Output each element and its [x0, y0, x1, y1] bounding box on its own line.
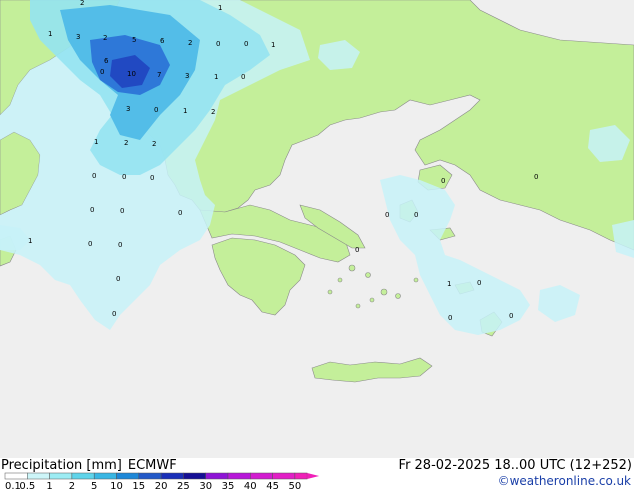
- value-label: 0: [154, 106, 158, 114]
- value-label: 3: [185, 72, 189, 80]
- value-label: 2: [124, 139, 128, 147]
- legend-tick-label: 35: [222, 481, 235, 490]
- valid-time-label: Fr 28-02-2025 18..00 UTC (12+252): [398, 458, 632, 473]
- legend-swatch: [4, 472, 28, 480]
- legend-swatch: [250, 472, 273, 480]
- legend-tick-label: 50: [289, 481, 302, 490]
- legend-arrow: [307, 473, 320, 479]
- map-view: 1 2 1 3 2 5 6 2 0 0 1 6 10 7 3 1 0 3 0 1…: [0, 0, 634, 490]
- legend-swatch: [93, 472, 117, 480]
- value-label: 5: [132, 36, 136, 44]
- value-label: 1: [28, 237, 32, 245]
- legend-tick-label: 15: [132, 481, 145, 490]
- value-label: 1: [94, 138, 98, 146]
- value-label: 0: [216, 40, 220, 48]
- legend-tick-label: 40: [244, 481, 257, 490]
- precipitation-map: 1 2 1 3 2 5 6 2 0 0 1 6 10 7 3 1 0 3 0 1…: [0, 0, 634, 458]
- map-footer: Precipitation [mm] ECMWF Fr 28-02-2025 18…: [0, 458, 634, 490]
- value-label: 0: [241, 73, 245, 81]
- value-label: 0: [118, 241, 122, 249]
- value-label: 0: [88, 240, 92, 248]
- legend-tick-label: 5: [91, 481, 97, 490]
- value-label: 0: [122, 173, 126, 181]
- value-label: 1: [447, 280, 451, 288]
- value-label: 0: [441, 177, 445, 185]
- model-label: ECMWF: [127, 458, 177, 473]
- value-label: 1: [271, 41, 275, 49]
- value-label: 0: [100, 68, 104, 76]
- value-label: 7: [157, 71, 161, 79]
- value-label: 2: [80, 0, 84, 7]
- legend-tick-label: 1: [46, 481, 52, 490]
- variable-label: Precipitation [mm]: [1, 458, 122, 473]
- legend-swatch: [183, 472, 206, 480]
- value-label: 0: [150, 174, 154, 182]
- legend-swatch: [71, 472, 95, 480]
- legend-swatch: [227, 472, 251, 480]
- value-label: 1: [214, 73, 218, 81]
- value-label: 0: [92, 172, 96, 180]
- legend-swatch: [116, 472, 140, 480]
- legend-swatch: [272, 472, 296, 480]
- value-label: 2: [188, 39, 192, 47]
- legend-swatch: [294, 472, 308, 480]
- legend-tick-label: 0.5: [19, 481, 35, 490]
- value-label: 0: [534, 173, 538, 181]
- legend-tick-label: 30: [199, 481, 212, 490]
- value-label: 1: [183, 107, 187, 115]
- value-label: 2: [152, 140, 156, 148]
- legend-tick-label: 20: [155, 481, 168, 490]
- color-scale-legend: 0.10.5 1 2 5 10 15 20 25 30 35 40 45 50: [4, 472, 320, 490]
- value-label: 2: [211, 108, 215, 116]
- legend-swatch: [160, 472, 184, 480]
- legend-swatch: [138, 472, 162, 480]
- value-label: 0: [385, 211, 389, 219]
- value-label: 6: [104, 57, 109, 65]
- value-label: 1: [48, 30, 52, 38]
- value-label: 0: [509, 312, 513, 320]
- value-label: 0: [477, 279, 481, 287]
- legend-swatch: [27, 472, 50, 480]
- legend-tick-label: 45: [266, 481, 279, 490]
- value-label: 3: [76, 33, 80, 41]
- value-label: 6: [160, 37, 165, 45]
- value-label: 10: [127, 70, 136, 78]
- legend-swatch: [205, 472, 229, 480]
- value-label: 0: [448, 314, 452, 322]
- value-label: 0: [414, 211, 418, 219]
- legend-tick-label: 2: [69, 481, 75, 490]
- value-label: 0: [90, 206, 94, 214]
- value-label: 0: [244, 40, 248, 48]
- value-label: 2: [103, 34, 107, 42]
- value-label: 0: [112, 310, 116, 318]
- legend-swatch: [49, 472, 73, 480]
- map-title: Precipitation [mm] ECMWF: [1, 458, 177, 473]
- value-label: 0: [120, 207, 124, 215]
- value-label: 0: [178, 209, 182, 217]
- credit-link[interactable]: ©weatheronline.co.uk: [498, 474, 631, 488]
- legend-tick-label: 25: [177, 481, 190, 490]
- value-label: 0: [355, 246, 359, 254]
- legend-tick-label: 10: [110, 481, 123, 490]
- value-label: 1: [218, 4, 222, 12]
- value-label: 0: [116, 275, 120, 283]
- value-label: 3: [126, 105, 130, 113]
